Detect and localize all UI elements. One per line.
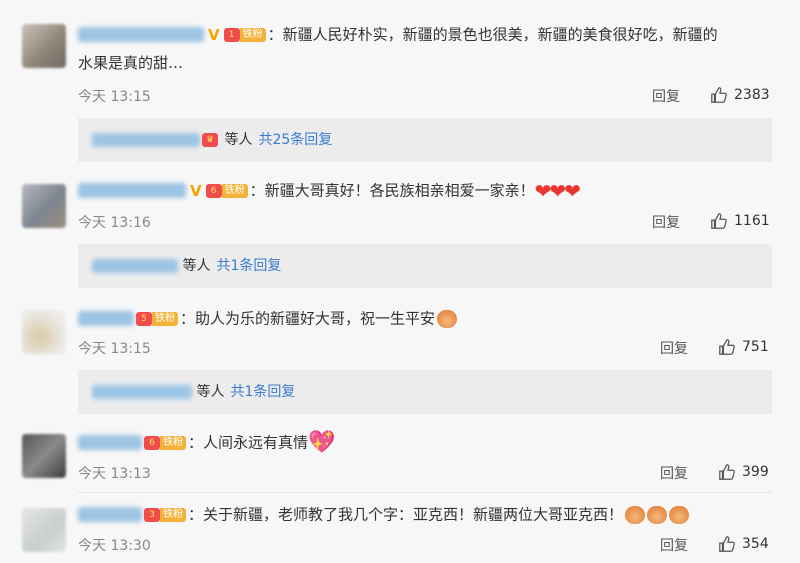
sub-replies-box[interactable]: 等人 共1条回复 [78,244,772,288]
comment-body: 6 铁粉 ：人间永远有真情💖 [78,428,764,457]
comment-meta: 今天 13:30 回复 354 [78,535,772,555]
fan-level-icon: 6 [144,435,160,450]
timestamp: 今天 13:16 [78,215,151,231]
sub-reply-username[interactable] [92,385,192,399]
username[interactable] [78,507,142,522]
comment-text: ：助人为乐的新疆好大哥，祝一生平安 [180,309,436,328]
comment-meta: 今天 13:15 回复 2383 [78,86,772,106]
praying-hands-emoji [669,505,690,524]
thumbs-up-icon [719,536,735,552]
reply-button[interactable]: 回复 [660,535,688,555]
thumbs-up-icon [719,464,735,480]
praying-hands-emoji [625,505,646,524]
comment-text: ：人间永远有真情 [188,433,309,452]
thumbs-up-icon [719,339,735,355]
comment-body: V 6 铁粉 ：新疆大哥真好！各民族相亲相爱一家亲！❤❤❤ [78,176,764,205]
view-replies-link[interactable]: 共1条回复 [230,384,295,400]
timestamp: 今天 13:30 [78,538,151,554]
view-replies-link[interactable]: 共1条回复 [216,258,281,274]
avatar[interactable] [22,508,66,552]
view-replies-link[interactable]: 共25条回复 [258,132,332,148]
fan-level-icon: 1 [223,27,240,42]
timestamp: 今天 13:15 [78,89,151,105]
sub-reply-others: 等人 [224,132,253,148]
fan-badge[interactable]: 6 铁粉 [144,435,186,451]
fan-level-icon: 5 [136,311,152,326]
reply-button[interactable]: 回复 [660,463,688,483]
sub-reply-others: 等人 [196,384,225,400]
fan-badge[interactable]: 1 铁粉 [223,27,266,43]
comment-text-continued: 水果是真的甜… [78,53,184,72]
fan-level-icon: 3 [144,507,160,522]
like-count: 751 [742,339,769,355]
comment-text: ：新疆大哥真好！各民族相亲相爱一家亲！ [249,181,535,200]
fan-badge[interactable]: 5 铁粉 [136,311,178,327]
comment-meta: 今天 13:16 回复 1161 [78,212,772,232]
username[interactable] [78,27,204,42]
fan-badge[interactable]: 3 铁粉 [144,507,186,523]
verified-v-icon: V [208,25,220,44]
avatar[interactable] [22,310,66,354]
sub-reply-username[interactable] [92,259,178,273]
avatar[interactable] [22,434,66,478]
comment-meta: 今天 13:13 回复 399 [78,463,772,483]
sparkling-heart-emoji: 💖 [308,429,336,455]
like-button[interactable]: 399 [718,463,769,481]
like-count: 399 [742,464,769,480]
thumbs-up-icon [711,87,727,103]
like-count: 2383 [734,87,770,103]
sub-reply-username[interactable] [92,133,200,147]
like-count: 1161 [734,213,770,229]
username[interactable] [78,183,186,198]
thumbs-up-icon [711,213,727,229]
avatar[interactable] [22,184,66,228]
sub-replies-box[interactable]: ♛ 等人 共25条回复 [78,118,772,162]
comment-body: 5 铁粉 ：助人为乐的新疆好大哥，祝一生平安 [78,304,764,333]
username[interactable] [78,435,142,450]
red-heart-emoji: ❤❤❤ [534,178,581,203]
fan-badge: ♛ [202,132,218,148]
reply-button[interactable]: 回复 [652,86,680,106]
timestamp: 今天 13:15 [78,341,151,357]
divider [78,492,772,493]
sub-replies-box[interactable]: 等人 共1条回复 [78,370,772,414]
fan-badge[interactable]: 6 铁粉 [205,183,248,199]
avatar[interactable] [22,24,66,68]
reply-button[interactable]: 回复 [652,212,680,232]
comment-text: ：关于新疆，老师教了我几个字：亚克西！新疆两位大哥亚克西！ [188,505,624,524]
praying-hands-emoji [647,505,668,524]
like-button[interactable]: 2383 [710,86,770,104]
username[interactable] [78,311,134,326]
comment-text: ：新疆人民好朴实，新疆的景色也很美，新疆的美食很好吃，新疆的 [267,25,718,44]
like-count: 354 [742,536,769,552]
sub-reply-others: 等人 [182,258,211,274]
comment-meta: 今天 13:15 回复 751 [78,338,772,358]
comment-body: V 1 铁粉 ：新疆人民好朴实，新疆的景色也很美，新疆的美食很好吃，新疆的 水果是真的… [78,20,764,77]
like-button[interactable]: 751 [718,338,769,356]
timestamp: 今天 13:13 [78,466,151,482]
verified-v-icon: V [190,181,202,200]
like-button[interactable]: 354 [718,535,769,553]
fan-level-icon: 6 [205,183,222,198]
like-button[interactable]: 1161 [710,212,770,230]
reply-button[interactable]: 回复 [660,338,688,358]
praying-hands-emoji [437,309,458,328]
comment-body: 3 铁粉 ：关于新疆，老师教了我几个字：亚克西！新疆两位大哥亚克西！ [78,500,764,529]
